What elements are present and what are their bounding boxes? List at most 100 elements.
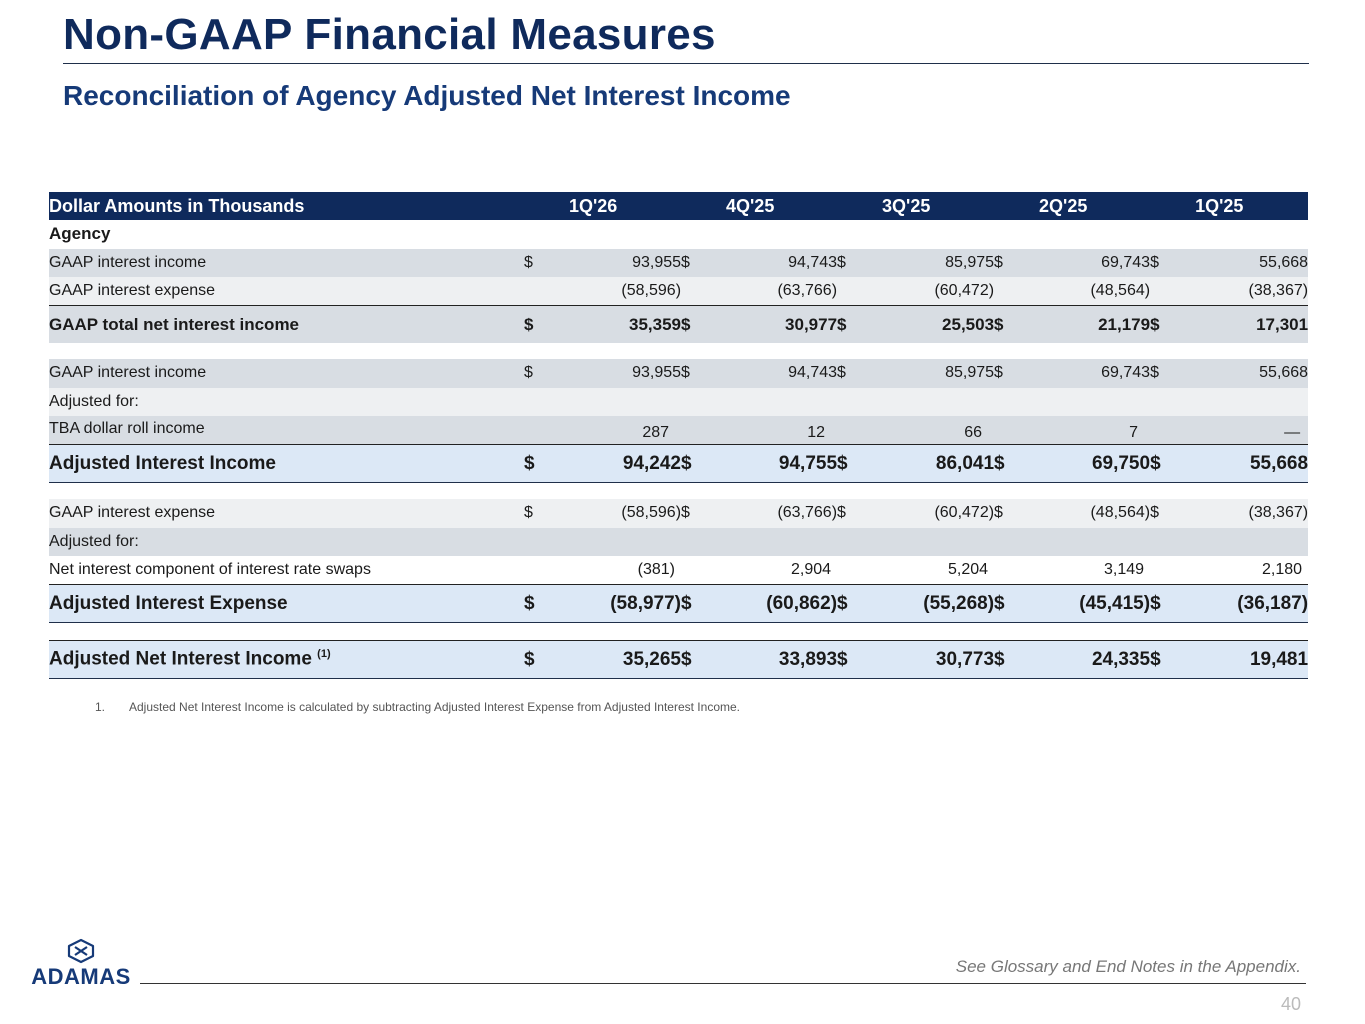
footnote-text: Adjusted Net Interest Income is calculat… [129,700,740,714]
cell-value: (45,415) [1020,584,1151,623]
cell-value: (60,472) [863,499,995,528]
cell-value: 69,750 [1020,444,1151,483]
currency-symbol: $ [524,444,550,483]
adjusted-net-interest-income-row: Adjusted Net Interest Income (1) $35,265… [49,640,1309,679]
cell-value: 69,743 [1020,359,1151,388]
footnote-ref: (1) [317,648,331,661]
glossary-note: See Glossary and End Notes in the Append… [955,957,1301,976]
column-header: 4Q'25 [681,192,838,220]
currency-symbol: $ [994,444,1021,483]
currency-symbol: $ [681,584,708,623]
currency-symbol: $ [994,359,1021,388]
currency-symbol: $ [681,499,708,528]
footer-divider [140,983,1306,984]
cell-value: 35,359 [550,305,682,343]
row-label: Adjusted for: [49,527,1309,556]
row-label: GAAP total net interest income [49,305,524,343]
section-label: Agency [49,220,1309,249]
currency-symbol [1150,556,1177,585]
table-row: Net interest component of interest rate … [49,556,1309,585]
currency-symbol [681,556,708,585]
cell-value: 30,977 [707,305,838,343]
currency-symbol: $ [681,359,708,388]
row-label: GAAP interest expense [49,277,524,306]
cell-value: (381) [550,556,682,585]
column-header: 3Q'25 [837,192,995,220]
currency-symbol: $ [524,584,550,623]
currency-symbol [681,416,708,445]
cell-value: 94,743 [707,359,838,388]
table-row: GAAP interest income $93,955 $94,743 $85… [49,248,1309,277]
cell-value: 287 [550,416,682,445]
cell-value: 25,503 [863,305,995,343]
footnote: 1. Adjusted Net Interest Income is calcul… [95,700,740,714]
currency-symbol: $ [524,640,550,679]
cell-value: 3,149 [1020,556,1151,585]
cell-value: 85,975 [863,248,995,277]
currency-symbol: $ [837,444,864,483]
table-row: Adjusted for: [49,527,1309,556]
cell-value: 55,668 [1176,359,1309,388]
table-row: Adjusted for: [49,387,1309,416]
currency-symbol: $ [681,444,708,483]
row-label: Adjusted Net Interest Income (1) [49,640,524,679]
cell-value: 35,265 [550,640,682,679]
currency-symbol: $ [524,499,550,528]
currency-symbol [524,556,550,585]
currency-symbol: $ [1150,248,1177,277]
header-label: Dollar Amounts in Thousands [49,192,524,220]
column-header: 1Q'26 [524,192,682,220]
page-title: Non-GAAP Financial Measures [63,10,716,59]
cell-value: 19,481 [1176,640,1309,679]
currency-symbol: $ [1150,359,1177,388]
currency-symbol [681,277,708,306]
footnote-number: 1. [95,700,106,714]
row-label: TBA dollar roll income [49,416,524,445]
currency-symbol [837,277,864,306]
title-divider [63,63,1309,64]
cell-value: 30,773 [863,640,995,679]
column-header: 1Q'25 [1150,192,1309,220]
cell-value: (48,564) [1020,499,1151,528]
total-row: GAAP total net interest income $35,359 $… [49,305,1309,343]
cell-value: 7 [1020,416,1151,445]
cell-value: 94,743 [707,248,838,277]
currency-symbol: $ [1150,499,1177,528]
cell-value: 94,755 [707,444,838,483]
cell-value: 24,335 [1020,640,1151,679]
currency-symbol: $ [524,305,550,343]
cell-value: 17,301 [1176,305,1309,343]
cell-value: — [1176,416,1309,445]
currency-symbol [1150,416,1177,445]
table-row: GAAP interest expense (58,596) (63,766) … [49,277,1309,306]
currency-symbol [1150,277,1177,306]
spacer-row [49,482,1309,499]
currency-symbol: $ [1150,444,1177,483]
cell-value: 93,955 [550,359,682,388]
currency-symbol: $ [1150,640,1177,679]
cell-value: 86,041 [863,444,995,483]
row-label: Adjusted Interest Income [49,444,524,483]
cell-value: (60,472) [863,277,995,306]
currency-symbol [994,277,1021,306]
currency-symbol: $ [524,359,550,388]
logo-mark-icon [67,938,95,964]
table-row: GAAP interest income $93,955 $94,743 $85… [49,359,1309,388]
cell-value: (63,766) [707,499,838,528]
currency-symbol [837,556,864,585]
cell-value: 69,743 [1020,248,1151,277]
currency-symbol: $ [837,248,864,277]
currency-symbol: $ [837,305,864,343]
row-label: GAAP interest expense [49,499,524,528]
currency-symbol: $ [1150,584,1177,623]
table-row: GAAP interest expense $ (58,596) $ (63,766… [49,499,1309,528]
row-label: Adjusted for: [49,387,1309,416]
row-label: GAAP interest income [49,359,524,388]
currency-symbol [524,416,550,445]
currency-symbol: $ [994,499,1021,528]
cell-value: 94,242 [550,444,682,483]
currency-symbol: $ [837,359,864,388]
cell-value: (63,766) [707,277,838,306]
cell-value: (58,596) [550,499,682,528]
currency-symbol: $ [1150,305,1177,343]
